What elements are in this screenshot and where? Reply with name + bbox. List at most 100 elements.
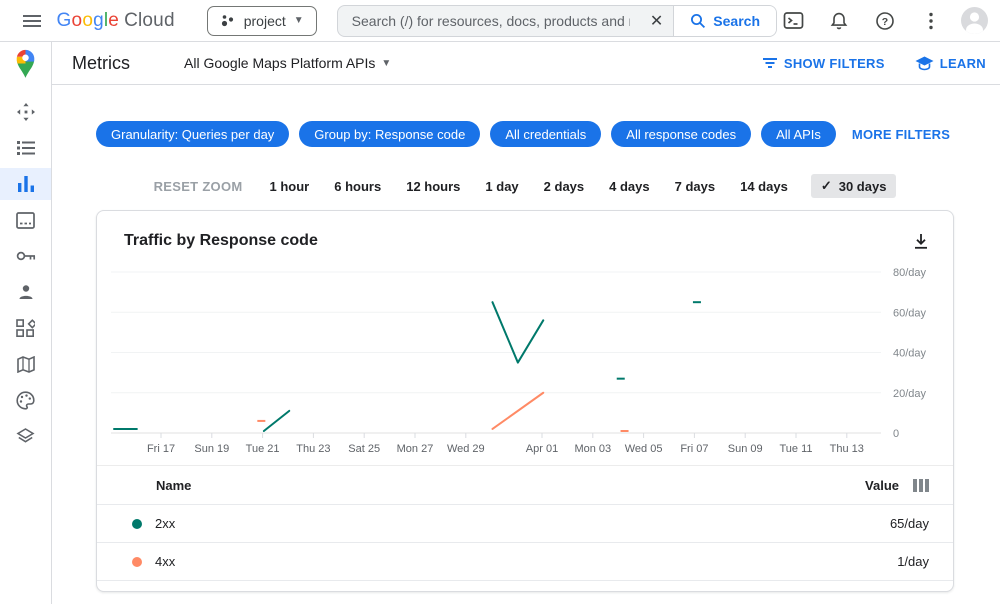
svg-text:Sun 19: Sun 19 xyxy=(194,443,229,455)
svg-text:40/day: 40/day xyxy=(893,348,927,360)
maps-platform-logo[interactable] xyxy=(0,42,51,85)
pan-icon xyxy=(16,102,36,122)
svg-text:0: 0 xyxy=(893,428,899,440)
more-options-icon[interactable] xyxy=(915,5,947,37)
column-settings-icon[interactable] xyxy=(913,479,929,492)
left-nav-rail xyxy=(0,42,52,604)
svg-text:Sun 09: Sun 09 xyxy=(728,443,763,455)
sidebar-item-map-styles[interactable] xyxy=(0,384,51,416)
filter-chip[interactable]: All APIs xyxy=(761,121,836,147)
api-scope-label: All Google Maps Platform APIs xyxy=(184,55,375,71)
search-icon xyxy=(690,13,706,29)
logo-cloud-label: Cloud xyxy=(124,10,175,32)
project-selector[interactable]: project ▼ xyxy=(207,6,317,36)
time-range-option[interactable]: 14 days xyxy=(738,175,790,198)
show-filters-label: SHOW FILTERS xyxy=(784,56,885,71)
time-range-option[interactable]: 4 days xyxy=(607,175,651,198)
map-icon xyxy=(17,356,35,373)
svg-text:Mon 27: Mon 27 xyxy=(397,443,434,455)
series-value: 65/day xyxy=(890,516,929,531)
layers-icon xyxy=(16,428,35,445)
svg-text:Fri 07: Fri 07 xyxy=(680,443,708,455)
svg-text:Thu 23: Thu 23 xyxy=(296,443,330,455)
metrics-content: Granularity: Queries per day Group by: Re… xyxy=(52,85,1000,604)
legend-rows: 2xx 65/day 4xx1/day xyxy=(97,505,953,581)
person-icon xyxy=(18,284,34,300)
filter-chips-row: Granularity: Queries per day Group by: Re… xyxy=(96,121,954,147)
time-range-option[interactable]: ✓30 days xyxy=(811,174,897,198)
sidebar-item-credentials[interactable] xyxy=(0,240,51,272)
filter-chip[interactable]: All response codes xyxy=(611,121,751,147)
time-range-option[interactable]: 2 days xyxy=(542,175,586,198)
traffic-chart[interactable]: 020/day40/day60/day80/dayFri 17Sun 19Tue… xyxy=(111,256,941,458)
legend-table: Name Value 2xx 65/day 4xx1/day xyxy=(97,465,953,581)
sidebar-item-solutions[interactable] xyxy=(0,312,51,344)
filter-chip[interactable]: All credentials xyxy=(490,121,601,147)
solutions-grid-icon xyxy=(16,319,35,338)
api-scope-selector[interactable]: All Google Maps Platform APIs ▼ xyxy=(184,55,391,71)
svg-text:Fri 17: Fri 17 xyxy=(147,443,175,455)
more-filters-button[interactable]: MORE FILTERS xyxy=(852,127,950,142)
google-cloud-logo[interactable]: Google Cloud xyxy=(57,10,175,32)
clear-search-icon[interactable]: ✕ xyxy=(640,6,673,36)
search-button-label: Search xyxy=(713,13,760,29)
page-title: Metrics xyxy=(72,53,130,74)
sidebar-item-support[interactable] xyxy=(0,276,51,308)
svg-text:Thu 13: Thu 13 xyxy=(830,443,864,455)
traffic-card: Traffic by Response code 020/day40/day60… xyxy=(96,210,954,592)
check-icon: ✓ xyxy=(821,178,832,194)
graduation-cap-icon xyxy=(915,56,934,71)
sidebar-item-map-management[interactable] xyxy=(0,348,51,380)
account-avatar[interactable] xyxy=(961,7,988,34)
metrics-chart-icon xyxy=(17,176,35,192)
cloud-shell-icon[interactable] xyxy=(777,5,809,37)
time-range-option[interactable]: 1 day xyxy=(483,175,520,198)
show-filters-button[interactable]: SHOW FILTERS xyxy=(762,56,885,71)
project-icon xyxy=(220,13,236,29)
filter-chip[interactable]: Granularity: Queries per day xyxy=(96,121,289,147)
series-color-dot xyxy=(132,519,142,529)
download-chart-icon[interactable] xyxy=(913,233,929,250)
series-name: 4xx xyxy=(155,554,175,569)
svg-text:Mon 03: Mon 03 xyxy=(574,443,611,455)
sidebar-item-overview[interactable] xyxy=(0,96,51,128)
sidebar-item-metrics[interactable] xyxy=(0,168,51,200)
project-name: project xyxy=(244,13,286,29)
palette-icon xyxy=(16,391,35,410)
sidebar-item-apis-list[interactable] xyxy=(0,132,51,164)
time-range-option[interactable]: 6 hours xyxy=(332,175,383,198)
sidebar-item-quotas[interactable] xyxy=(0,204,51,236)
learn-button[interactable]: LEARN xyxy=(915,56,986,71)
time-range-option[interactable]: 7 days xyxy=(673,175,717,198)
filter-chip[interactable]: Group by: Response code xyxy=(299,121,480,147)
series-color-dot xyxy=(132,557,142,567)
global-search: ✕ Search xyxy=(337,5,777,37)
quotas-card-icon xyxy=(16,212,35,229)
notifications-bell-icon[interactable] xyxy=(823,5,855,37)
reset-zoom-button[interactable]: RESET ZOOM xyxy=(154,179,243,194)
table-row[interactable]: 2xx 65/day xyxy=(97,505,953,543)
chevron-down-icon: ▼ xyxy=(294,15,304,26)
series-name: 2xx xyxy=(155,516,175,531)
hamburger-menu-icon[interactable] xyxy=(16,4,49,38)
help-icon[interactable]: ? xyxy=(869,5,901,37)
list-icon xyxy=(17,140,35,156)
chevron-down-icon: ▼ xyxy=(381,58,391,69)
svg-text:Wed 29: Wed 29 xyxy=(447,443,485,455)
search-button[interactable]: Search xyxy=(673,6,776,36)
name-column-header: Name xyxy=(156,478,191,493)
svg-text:Tue 11: Tue 11 xyxy=(779,443,812,455)
page-header: Metrics All Google Maps Platform APIs ▼ … xyxy=(52,42,1000,85)
sidebar-item-datasets[interactable] xyxy=(0,420,51,452)
app-bar: Google Cloud project ▼ ✕ Search ? xyxy=(0,0,1000,42)
svg-text:Sat 25: Sat 25 xyxy=(348,443,380,455)
time-range-selector: RESET ZOOM 1 hour 6 hours 12 hours 1 day 2 d… xyxy=(96,174,954,198)
time-range-option[interactable]: 12 hours xyxy=(404,175,462,198)
time-range-option[interactable]: 1 hour xyxy=(268,175,312,198)
table-row[interactable]: 4xx1/day xyxy=(97,543,953,581)
svg-text:Tue 21: Tue 21 xyxy=(246,443,280,455)
svg-text:Apr 01: Apr 01 xyxy=(526,443,558,455)
value-column-header: Value xyxy=(865,478,899,493)
search-input[interactable] xyxy=(338,6,640,36)
learn-label: LEARN xyxy=(940,56,986,71)
